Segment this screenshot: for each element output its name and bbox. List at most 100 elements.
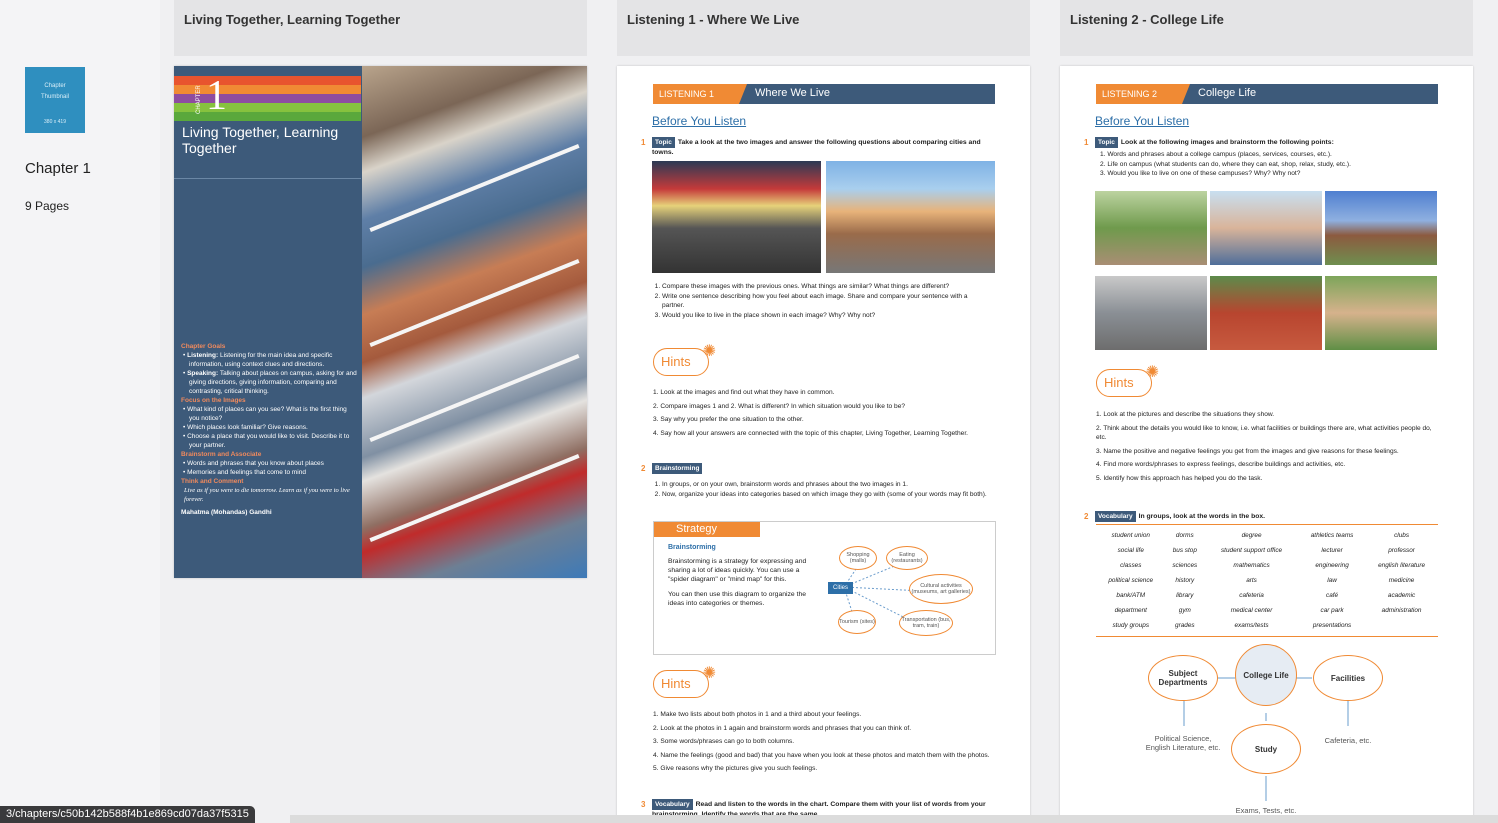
cover-stripe [174, 76, 361, 85]
brainstorming-pill: Brainstorming [652, 463, 703, 474]
cover-quote: Live as if you were to die tomorrow. Lea… [184, 487, 350, 503]
vocab-word: english literature [1378, 562, 1426, 569]
point-item: 2. Life on campus (what students can do,… [1100, 160, 1351, 168]
vocab-word: sciences [1172, 562, 1198, 569]
topic-pill: Topic [1095, 137, 1118, 148]
cover-stripe [174, 112, 361, 121]
points-list: 1. Words and phrases about a college cam… [1100, 150, 1436, 179]
vocab-row: study groups grades exams/tests presentatio… [1096, 618, 1438, 633]
topic-instruction: Topic Look at the following images and br… [1095, 137, 1437, 148]
vocab-row: bank/ATM library cafeteria café academic [1096, 588, 1438, 603]
vocab-word: car park [1320, 607, 1344, 614]
chapter-title[interactable]: Chapter 1 [25, 160, 91, 177]
goal-item: Listening: Listening for the main idea a… [187, 351, 359, 369]
vocab-word: cafeteria [1239, 592, 1264, 599]
vocab-word: professor [1388, 547, 1415, 554]
cover-divider [174, 178, 361, 179]
vocab-box: student union dorms degree athletics teams c… [1096, 524, 1438, 637]
hint-item: 2. Think about the details you would lik… [1096, 424, 1432, 442]
hints-list: 1. Look at the images and find out what … [653, 388, 989, 438]
thumbnail-line1: Chapter [44, 83, 66, 89]
vocab-word: history [1175, 577, 1195, 584]
chapter-thumbnail[interactable]: Chapter Thumbnail 380 x 419 [25, 67, 85, 133]
lesson-name: Where We Live [755, 87, 830, 99]
diagram-text-facilities: Cafeteria, etc. [1324, 736, 1372, 745]
vocab-word: engineering [1315, 562, 1349, 569]
diagram-center-node: Cities [828, 582, 854, 594]
question-item: Compare these images with the previous o… [662, 282, 985, 292]
think-heading: Think and Comment [181, 478, 244, 485]
vocab-word: grades [1175, 622, 1195, 629]
vocab-word: degree [1241, 532, 1262, 539]
column-header-listening1[interactable]: Listening 1 - Where We Live [617, 0, 1030, 56]
listening2-page[interactable]: LISTENING 2 College Life Before You List… [1060, 66, 1473, 823]
hint-item: 5. Identify how this approach has helped… [1096, 474, 1263, 482]
cover-title: Living Together, Learning Together [182, 124, 339, 156]
campus-photo-building [1325, 191, 1437, 265]
column-header-listening2[interactable]: Listening 2 - College Life [1060, 0, 1473, 56]
hint-item: 1. Make two lists about both photos in 1… [653, 711, 862, 718]
question-item: Write one sentence describing how you fe… [662, 292, 985, 311]
vocab-word: academic [1387, 592, 1416, 599]
campus-photo-students [1210, 191, 1322, 265]
vocab-word: bus stop [1172, 547, 1197, 554]
hint-item: 1. Look at the pictures and describe the… [1096, 411, 1275, 418]
vocab-row: student union dorms degree athletics teams c… [1096, 528, 1438, 543]
campus-photo-library [1095, 276, 1207, 350]
vocabulary-pill: Vocabulary [652, 799, 693, 810]
diagram-node: Transportation (bus, tram, train) [899, 610, 953, 636]
brainstorm-list: In groups, or on your own, brainstorm wo… [653, 480, 989, 499]
brainstorm-item: Words and phrases that you know about pl… [187, 459, 359, 468]
cover-stripe [174, 85, 361, 94]
lesson-banner: LISTENING 2 College Life [1096, 84, 1438, 104]
vocab-word: medical center [1230, 607, 1273, 614]
vocab-word: presentations [1312, 622, 1352, 629]
hints-list: 1. Make two lists about both photos in 1… [653, 710, 993, 774]
cover-color-stripes [174, 76, 361, 121]
vocab-word: café [1326, 592, 1339, 599]
hint-item: 2. Look at the photos in 1 again and bra… [653, 724, 912, 732]
hints-list: 1. Look at the pictures and describe the… [1096, 410, 1436, 483]
vocab-word: clubs [1394, 532, 1410, 539]
item-number: 1 [641, 138, 646, 147]
lesson-tag: LISTENING 1 [653, 84, 747, 104]
vocab-word: mathematics [1233, 562, 1270, 569]
diagram-node-study: Study [1231, 724, 1301, 774]
diagram-text-subjects: Political Science, English Literature, e… [1145, 734, 1221, 752]
hint-item: 3. Some words/phrases can go to both col… [653, 738, 795, 745]
thumbnail-dims: 380 x 419 [44, 119, 66, 125]
chapter-cover-page[interactable]: CHAPTER 1 Living Together, Learning Toge… [174, 66, 587, 578]
vocab-word: dorms [1175, 532, 1194, 539]
horizontal-scrollbar[interactable] [290, 815, 1498, 823]
campus-photo-reading [1325, 276, 1437, 350]
focus-item: Choose a place that you would like to vi… [187, 432, 359, 450]
brainstorm-step: In groups, or on your own, brainstorm wo… [662, 480, 989, 490]
vocab-word: athletics teams [1310, 532, 1354, 539]
item-number: 2 [641, 464, 646, 473]
lightbulb-icon: ✺ [702, 343, 716, 360]
chapter-sidebar: Chapter Thumbnail 380 x 419 Chapter 1 9 … [0, 0, 160, 823]
hints-badge: Hints ✺ [653, 665, 716, 698]
vocab-word: gym [1178, 607, 1191, 614]
vocab-word: student union [1111, 532, 1150, 539]
hint-item: 2. Compare images 1 and 2. What is diffe… [653, 402, 906, 410]
column-header-cover[interactable]: Living Together, Learning Together [174, 0, 587, 56]
diagram-node-facilities: Facilities [1313, 655, 1383, 701]
brainstorm-item: Memories and feelings that come to mind [187, 468, 359, 477]
vocab-word [1365, 618, 1438, 633]
brainstorm-heading: Brainstorm and Associate [181, 451, 262, 458]
vocab-word: lecturer [1321, 547, 1343, 554]
vocab-instruction: Vocabulary In groups, look at the words i… [1095, 511, 1265, 522]
vocab-word: library [1176, 592, 1194, 599]
listening1-page[interactable]: LISTENING 1 Where We Live Before You Lis… [617, 66, 1030, 823]
hint-item: 3. Say why you prefer the one situation … [653, 416, 804, 423]
topic-instruction: Topic Take a look at the two images and a… [652, 137, 981, 156]
lightbulb-icon: ✺ [702, 665, 716, 682]
strategy-heading: Brainstorming [668, 544, 716, 551]
strategy-text: Brainstorming is a strategy for expressi… [668, 558, 807, 607]
cover-chapter-word: CHAPTER [196, 85, 202, 114]
vocab-word: student support office [1220, 547, 1283, 554]
vocab-word: arts [1246, 577, 1257, 584]
focus-item: What kind of places can you see? What is… [187, 405, 359, 423]
lesson-banner: LISTENING 1 Where We Live [653, 84, 995, 104]
